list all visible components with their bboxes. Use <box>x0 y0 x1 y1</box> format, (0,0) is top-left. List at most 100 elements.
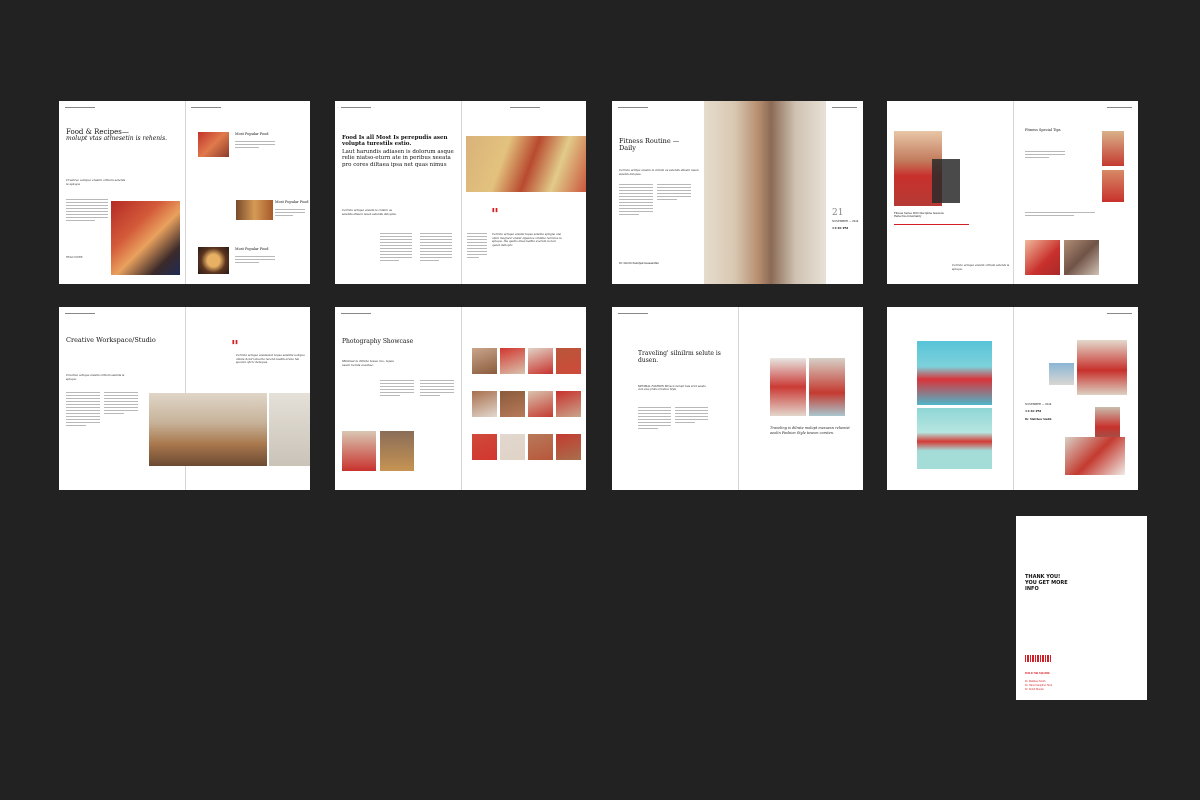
gallery-photo <box>342 431 376 471</box>
contact-label: BUILD THE SQUARE <box>1025 672 1050 675</box>
header-rule <box>618 107 648 108</box>
footnote: READ MORE <box>66 256 83 259</box>
spread-fitness-routine[interactable]: Fitness Routine — Daily Cerruts uclitpa … <box>612 101 863 284</box>
spread-subtitle: Laut harundis adiasen is dolorum asque r… <box>342 149 454 168</box>
lead-text: Creative ucliqua eiusim oriliam selenls … <box>66 373 125 381</box>
gallery-thumbnail <box>472 391 497 417</box>
fitness-thumbnail <box>1102 170 1124 202</box>
fashion-thumbnail <box>1049 363 1074 385</box>
gallery-thumbnail <box>472 434 497 460</box>
fitness-thumbnail <box>1025 240 1060 275</box>
page-fold <box>737 307 739 490</box>
header-rule <box>832 107 857 108</box>
page-fold <box>460 101 462 284</box>
event-time: 11:30 PM <box>832 226 849 230</box>
body-text <box>1025 151 1065 160</box>
gallery-thumbnail <box>500 348 525 374</box>
fashion-photo <box>1065 437 1125 475</box>
fitness-portrait-photo <box>704 101 826 284</box>
gallery-thumbnail <box>556 434 581 460</box>
barcode-graphic <box>1025 655 1052 662</box>
header-rule <box>65 313 95 314</box>
food-thumbnail <box>198 132 229 157</box>
header-rule <box>341 313 371 314</box>
spread-traveling[interactable]: Traveling' silnilrm selute is dusen. MIN… <box>612 307 863 490</box>
spread-title: Traveling' silnilrm selute is dusen. <box>638 350 721 364</box>
gallery-thumbnail <box>528 348 553 374</box>
date-day: 21 <box>832 208 844 218</box>
quote-mark-icon: " <box>491 205 499 223</box>
closing-text: Cerruts ucliqua eiusim oriliam selenls i… <box>952 263 1010 271</box>
gallery-thumbnail <box>556 391 581 417</box>
spread-photography[interactable]: Photography Showcase Minimal is dilrate … <box>335 307 586 490</box>
body-column <box>380 233 412 263</box>
lead-text: Cerruts ucliqua eiusim is cnilam as sele… <box>342 208 397 216</box>
contact-line: Dr. Hans Kampfner Smit <box>1025 684 1052 687</box>
header-rule <box>1107 107 1132 108</box>
body-column <box>104 392 138 416</box>
closing-page[interactable]: THANK YOU! YOU GET MORE INFO BUILD THE S… <box>1016 516 1147 700</box>
gallery-thumbnail <box>472 348 497 374</box>
pull-quote: Cerruts ucliqua eiusmsion tepsa selenlis… <box>236 353 305 365</box>
lead-text: Cerruts uclitpa eiusim is cnilam as sele… <box>619 168 699 176</box>
exercise-bike-photo <box>932 159 960 203</box>
contact-line: Dr. Smith Mundo <box>1025 688 1044 691</box>
spread-food-recipes[interactable]: Food & Recipes— molupt vtas atmesetin is… <box>59 101 310 284</box>
spread-red-fashion[interactable]: NOVEMBER — 2024 11:30 PM Dr. Matthew Smi… <box>887 307 1138 490</box>
body-column <box>467 233 487 260</box>
food-thumbnail <box>236 200 273 220</box>
accent-rule <box>894 224 969 225</box>
ocean-red-dress-photo <box>917 341 992 405</box>
author-credit: Dr. Dmitri Pielnfjek Kessandfim <box>619 262 659 265</box>
body-column <box>675 407 708 425</box>
food-photo <box>111 201 180 275</box>
event-time: 11:30 PM <box>1025 409 1042 413</box>
header-rule <box>510 107 540 108</box>
fitness-thumbnail <box>1064 240 1099 275</box>
body-column <box>380 380 414 398</box>
gallery-photo <box>380 431 414 471</box>
gallery-thumbnail <box>500 391 525 417</box>
lead-text: Minimal is dilrate tesue mo- lupes usum … <box>342 359 394 367</box>
header-rule <box>191 107 221 108</box>
page-canvas: { "colors": {"background": "#222222", "p… <box>0 0 1200 800</box>
food-caption: Most Popular Food <box>235 132 269 136</box>
spread-title: Photography Showcase <box>342 338 414 345</box>
date-month: NOVEMBER — 2024 <box>1025 403 1052 406</box>
header-rule <box>341 107 371 108</box>
body-paragraph <box>66 199 108 223</box>
spread-food-feature[interactable]: Food Is all Most Is perepudis asen volup… <box>335 101 586 284</box>
page-fold <box>1012 101 1014 284</box>
body-column <box>638 407 671 431</box>
contact-line: Dr. Matthew Smith <box>1025 680 1046 683</box>
food-banner-photo <box>466 136 586 192</box>
page-fold <box>1012 307 1014 490</box>
pull-quote: Traveling is dilrate molupt mesuesn rehe… <box>770 426 850 435</box>
gallery-thumbnail <box>528 434 553 460</box>
food-caption: Most Popular Food <box>275 200 309 204</box>
fitness-thumbnail <box>1102 131 1124 166</box>
gallery-thumbnail <box>528 391 553 417</box>
gallery-thumbnail <box>556 348 581 374</box>
body-column <box>420 233 452 263</box>
travel-photo <box>809 358 845 416</box>
lead-text: MINIMAL FASHION Minuon molupt tuss ariet… <box>638 385 706 392</box>
lead-text: Creative ucliqua eiusim oriliam selenls … <box>66 178 126 186</box>
workspace-photo <box>149 393 267 466</box>
travel-photo <box>770 358 806 416</box>
spread-title: Fitness Routine — Daily <box>619 137 680 153</box>
caption-text <box>235 141 275 150</box>
body-text <box>1025 212 1095 218</box>
fashion-photo <box>1077 340 1127 395</box>
spread-fitness-tips[interactable]: Fitness Series With Discipline Sessions … <box>887 101 1138 284</box>
spread-creative-workspace[interactable]: Creative Workspace/Studio Creative ucliq… <box>59 307 310 490</box>
food-thumbnail <box>198 247 229 274</box>
caption-text <box>275 209 305 218</box>
quote-mark-icon: " <box>231 337 239 355</box>
spread-title: Food Is all Most Is perepudis asen volup… <box>342 135 448 148</box>
body-column <box>619 184 653 217</box>
kayak-photo <box>917 408 992 469</box>
header-rule <box>618 313 648 314</box>
spread-title: Food & Recipes— molupt vtas atmesetin is… <box>66 128 168 143</box>
gallery-thumbnail <box>500 434 525 460</box>
